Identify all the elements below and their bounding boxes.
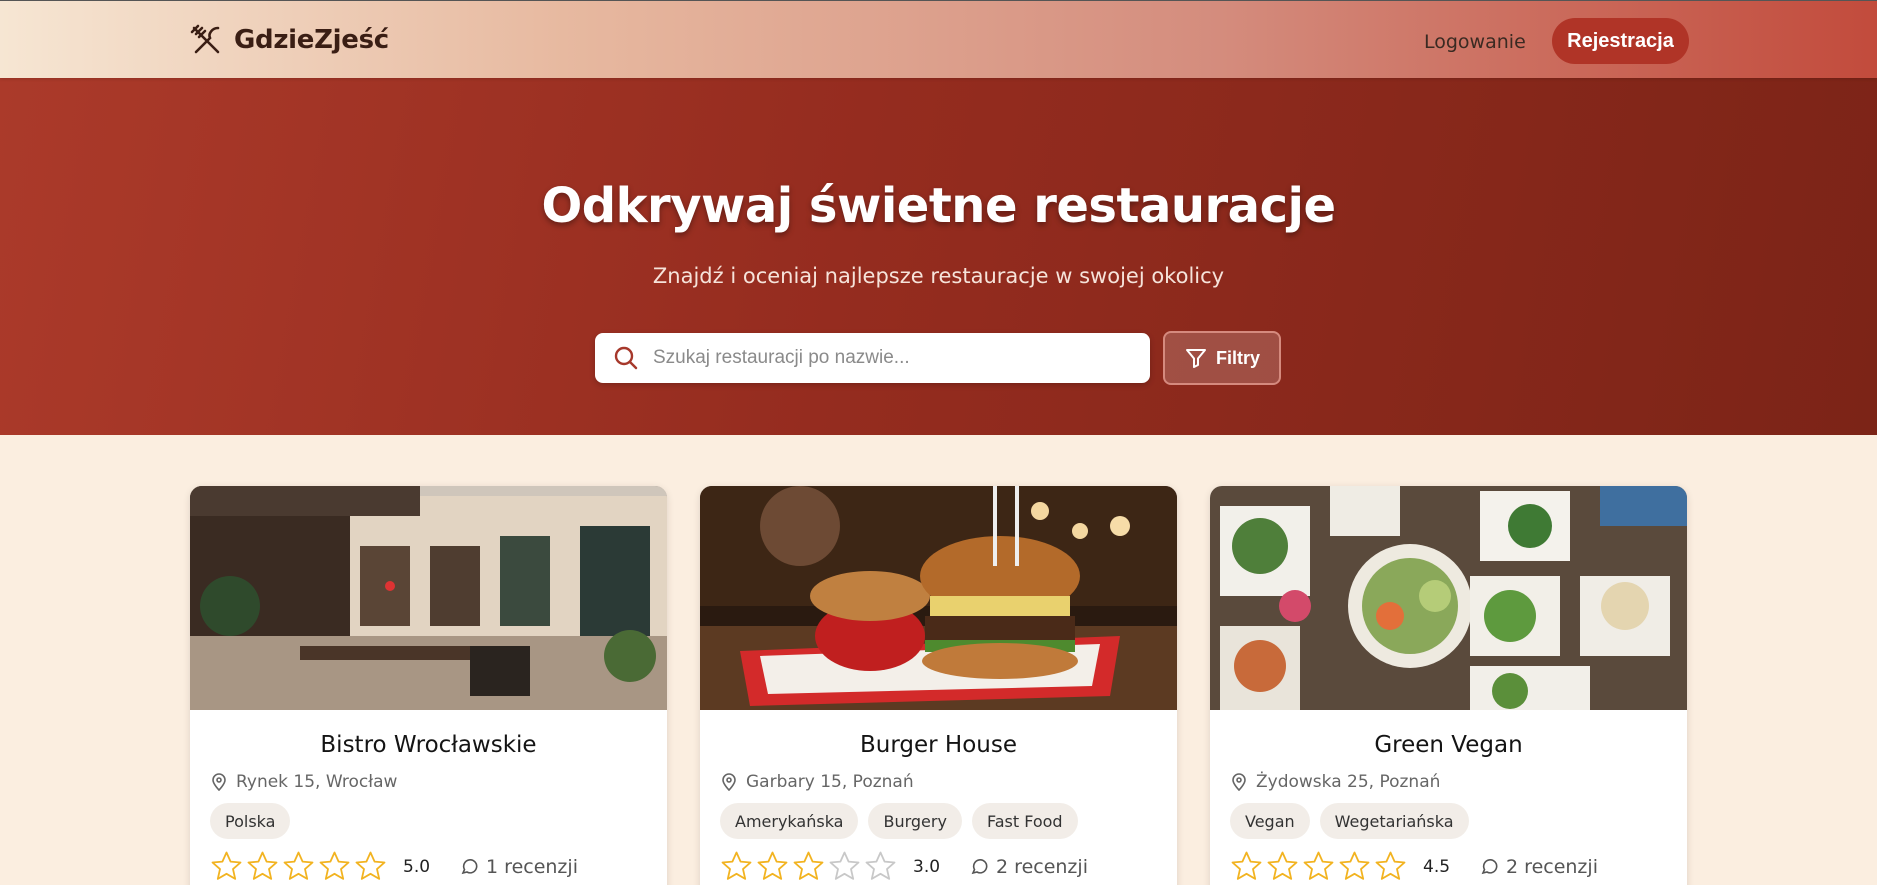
address-text: Garbary 15, Poznań [746, 772, 914, 792]
hero-title: Odkrywaj świetne restauracje [541, 178, 1336, 234]
filter-funnel-icon [1185, 349, 1206, 368]
reviews-count[interactable]: 2 recenzji [1480, 856, 1598, 878]
star-rating [210, 850, 387, 883]
restaurant-card[interactable]: Bistro Wrocławskie Rynek 15, Wrocław Pol… [190, 486, 667, 885]
register-button[interactable]: Rejestracja [1552, 18, 1689, 64]
filters-label: Filtry [1215, 347, 1260, 368]
reviews-label: 2 recenzji [996, 855, 1088, 878]
filters-button[interactable]: Filtry [1163, 331, 1281, 385]
address-text: Rynek 15, Wrocław [236, 772, 398, 792]
cuisine-tag[interactable]: Amerykańska [720, 803, 859, 839]
star-icon [757, 851, 788, 880]
reviews-count[interactable]: 1 recenzji [460, 856, 578, 878]
cuisine-tag[interactable]: Polska [210, 803, 291, 839]
star-icon [1231, 851, 1262, 880]
search-box[interactable] [595, 333, 1150, 383]
cuisine-tag[interactable]: Wegetariańska [1319, 803, 1469, 839]
cuisine-tags: Amerykańska Burgery Fast Food [720, 803, 1078, 839]
rating-row: 5.0 1 recenzji [210, 850, 578, 883]
star-icon [721, 851, 752, 880]
cuisine-tag[interactable]: Burgery [868, 803, 962, 839]
top-navbar: GdzieZjeść Logowanie Rejestracja [0, 0, 1877, 78]
star-icon [1267, 851, 1298, 880]
cuisine-tags: Vegan Wegetariańska [1230, 803, 1469, 839]
star-icon [865, 851, 896, 880]
map-pin-icon [212, 773, 226, 791]
restaurant-photo [700, 486, 1177, 710]
chat-bubble-icon [971, 858, 988, 874]
brand-logo[interactable]: GdzieZjeść [188, 21, 389, 59]
star-icon [1339, 851, 1370, 880]
chat-bubble-icon [1481, 858, 1498, 874]
login-link[interactable]: Logowanie [1410, 23, 1540, 61]
star-icon [319, 851, 350, 880]
rating-value: 5.0 [403, 856, 431, 877]
star-icon [793, 851, 824, 880]
restaurant-address: Garbary 15, Poznań [720, 772, 914, 792]
star-icon [1375, 851, 1406, 880]
star-icon [283, 851, 314, 880]
hero-section: Odkrywaj świetne restauracje Znajdź i oc… [0, 78, 1877, 435]
utensils-crossed-icon [190, 24, 220, 54]
restaurant-address: Rynek 15, Wrocław [210, 772, 397, 792]
reviews-label: 2 recenzji [1506, 855, 1598, 878]
hero-subtitle: Znajdź i oceniaj najlepsze restauracje w… [652, 264, 1225, 288]
restaurant-card[interactable]: Green Vegan Żydowska 25, Poznań Vegan We… [1210, 486, 1687, 885]
cuisine-tags: Polska [210, 803, 291, 839]
cuisine-tag[interactable]: Vegan [1230, 803, 1310, 839]
star-icon [355, 851, 386, 880]
map-pin-icon [722, 773, 736, 791]
rating-value: 3.0 [913, 856, 941, 877]
restaurant-name[interactable]: Green Vegan [1210, 732, 1687, 758]
reviews-label: 1 recenzji [486, 855, 578, 878]
restaurant-address: Żydowska 25, Poznań [1230, 772, 1440, 792]
map-pin-icon [1232, 773, 1246, 791]
address-text: Żydowska 25, Poznań [1256, 772, 1441, 792]
star-rating [720, 850, 897, 883]
restaurant-name[interactable]: Bistro Wrocławskie [190, 732, 667, 758]
brand-name: GdzieZjeść [234, 25, 389, 55]
rating-value: 4.5 [1423, 856, 1451, 877]
star-rating [1230, 850, 1407, 883]
search-input[interactable] [653, 338, 1123, 378]
reviews-count[interactable]: 2 recenzji [970, 856, 1088, 878]
restaurant-name[interactable]: Burger House [700, 732, 1177, 758]
chat-bubble-icon [461, 858, 478, 874]
star-icon [211, 851, 242, 880]
rating-row: 4.5 2 recenzji [1230, 850, 1598, 883]
restaurant-card[interactable]: Burger House Garbary 15, Poznań Amerykań… [700, 486, 1177, 885]
search-icon [614, 346, 638, 370]
star-icon [1303, 851, 1334, 880]
restaurant-photo [1210, 486, 1687, 710]
cuisine-tag[interactable]: Fast Food [971, 803, 1078, 839]
star-icon [247, 851, 278, 880]
rating-row: 3.0 2 recenzji [720, 850, 1088, 883]
star-icon [829, 851, 860, 880]
restaurant-photo [190, 486, 667, 710]
